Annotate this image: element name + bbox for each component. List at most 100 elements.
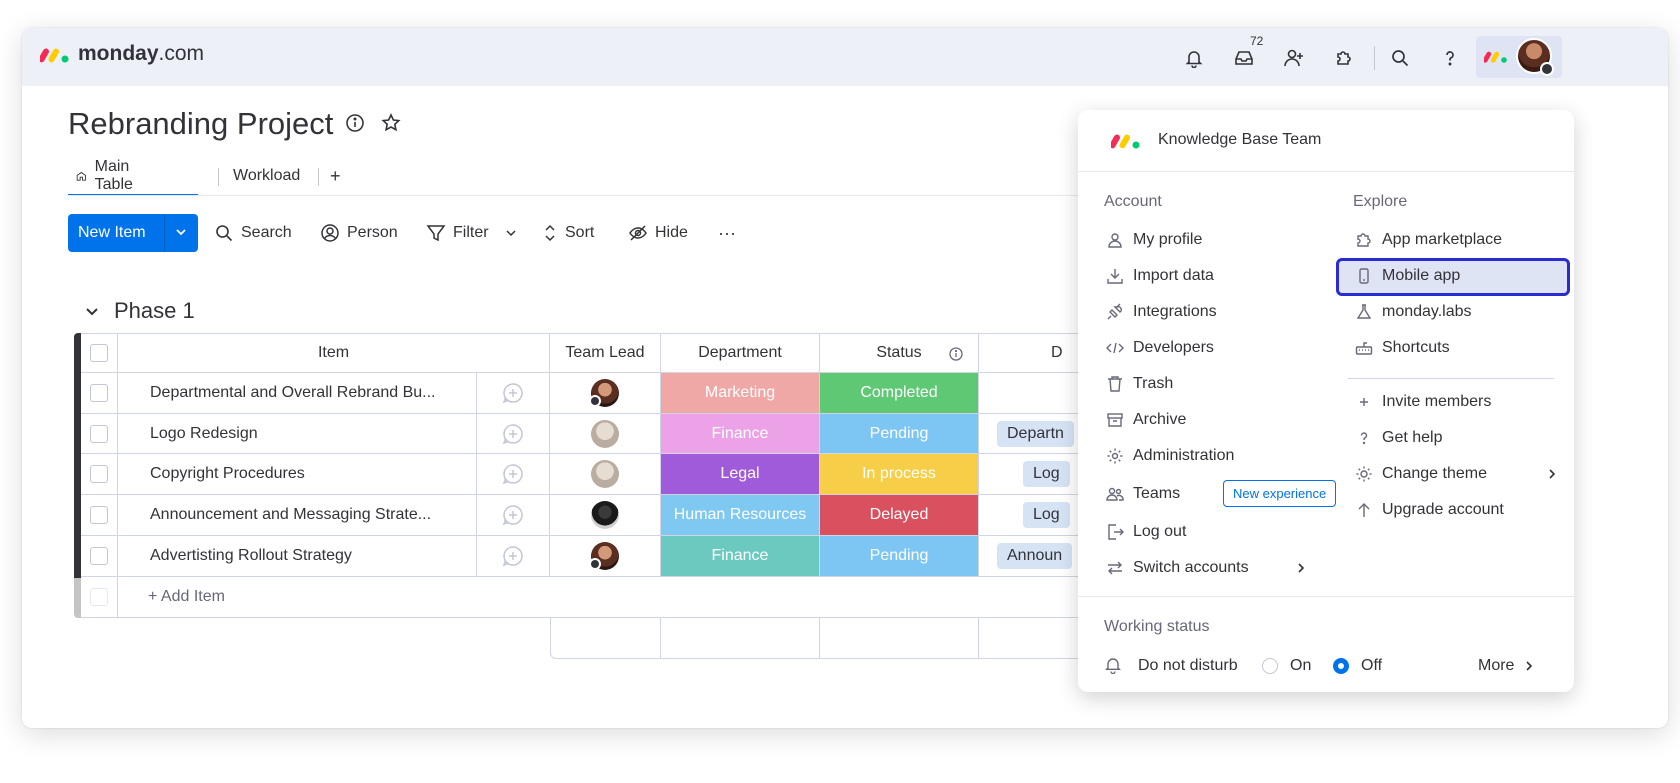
menu-item-log-out[interactable]: Log out (1106, 514, 1306, 550)
header-department[interactable]: Department (661, 333, 820, 373)
more-options-button[interactable]: ··· (718, 214, 736, 252)
add-view-button[interactable]: + (330, 158, 341, 194)
group-title[interactable]: Phase 1 (114, 298, 195, 324)
status-cell[interactable]: Completed (820, 373, 979, 414)
row-checkbox[interactable] (90, 547, 108, 565)
department-cell[interactable]: Finance (661, 414, 820, 454)
team-lead-cell[interactable] (550, 373, 661, 414)
menu-item-change-theme[interactable]: Change theme (1355, 456, 1565, 492)
menu-item-app-marketplace[interactable]: App marketplace (1355, 222, 1565, 258)
add-update-cell[interactable] (477, 454, 550, 495)
chevron-down-icon[interactable] (82, 301, 102, 321)
notifications-bell-icon[interactable] (1176, 40, 1212, 76)
dnd-off-label[interactable]: Off (1361, 657, 1382, 675)
tab-workload[interactable]: Workload (233, 158, 300, 194)
invite-members-icon[interactable] (1276, 40, 1312, 76)
menu-item-teams[interactable]: Teams New experience (1106, 476, 1346, 512)
dnd-off-radio[interactable] (1333, 658, 1349, 674)
group-color-bar (74, 333, 81, 578)
team-lead-cell[interactable] (550, 536, 661, 577)
menu-item-get-help[interactable]: Get help (1355, 420, 1565, 456)
sort-button[interactable]: Sort (542, 214, 594, 252)
item-name-cell[interactable]: Departmental and Overall Rebrand Bu... (118, 373, 477, 414)
dnd-on-label[interactable]: On (1290, 657, 1311, 675)
add-item-button[interactable]: + Add Item (118, 577, 1154, 618)
team-lead-cell[interactable] (550, 414, 661, 454)
menu-item-developers[interactable]: Developers (1106, 330, 1306, 366)
status-cell[interactable]: Delayed (820, 495, 979, 536)
chevron-down-icon[interactable] (503, 225, 519, 241)
select-all-checkbox[interactable] (90, 344, 108, 362)
person-avatar (589, 379, 619, 407)
summary-cell (820, 618, 979, 659)
search-icon[interactable] (1382, 40, 1418, 76)
menu-item-integrations[interactable]: Integrations (1106, 294, 1306, 330)
new-experience-badge[interactable]: New experience (1223, 480, 1337, 507)
menu-item-my-profile[interactable]: My profile (1106, 222, 1306, 258)
apps-puzzle-icon[interactable] (1326, 40, 1362, 76)
item-name-cell[interactable]: Logo Redesign (118, 414, 477, 454)
home-badge-icon (589, 558, 601, 570)
add-update-cell[interactable] (477, 373, 550, 414)
board-info-icon[interactable] (344, 112, 366, 139)
header-team-lead[interactable]: Team Lead (550, 333, 661, 373)
hide-button[interactable]: Hide (628, 214, 688, 252)
group-header[interactable]: Phase 1 (82, 298, 195, 324)
row-checkbox[interactable] (90, 465, 108, 483)
info-icon[interactable] (948, 346, 964, 362)
menu-item-administration[interactable]: Administration (1106, 438, 1306, 474)
menu-item-monday-labs[interactable]: monday.labs (1355, 294, 1565, 330)
add-update-cell[interactable] (477, 414, 550, 454)
chevron-right-icon (1298, 563, 1305, 573)
person-avatar (591, 460, 619, 488)
more-status-button[interactable]: More (1478, 657, 1536, 675)
person-filter-button[interactable]: Person (320, 214, 398, 252)
department-cell[interactable]: Finance (661, 536, 820, 577)
item-name-cell[interactable]: Advertisting Rollout Strategy (118, 536, 477, 577)
menu-item-trash[interactable]: Trash (1106, 366, 1306, 402)
header-status[interactable]: Status (820, 333, 979, 373)
department-cell[interactable]: Marketing (661, 373, 820, 414)
menu-item-mobile-app[interactable]: Mobile app (1355, 258, 1565, 294)
add-update-cell[interactable] (477, 536, 550, 577)
add-update-cell[interactable] (477, 495, 550, 536)
chevron-down-icon[interactable] (172, 223, 190, 241)
inbox-icon[interactable]: 72 (1226, 34, 1266, 76)
row-checkbox[interactable] (90, 424, 108, 443)
menu-item-upgrade-account[interactable]: Upgrade account (1355, 492, 1565, 528)
board-title[interactable]: Rebranding Project (68, 106, 333, 142)
monday-logo[interactable]: monday.com (40, 42, 204, 66)
menu-item-import-data[interactable]: Import data (1106, 258, 1306, 294)
dnd-on-radio[interactable] (1262, 658, 1278, 674)
row-checkbox[interactable] (90, 506, 108, 524)
account-switcher[interactable] (1476, 36, 1562, 78)
menu-item-archive[interactable]: Archive (1106, 402, 1306, 438)
status-cell[interactable]: Pending (820, 414, 979, 454)
help-icon[interactable] (1432, 40, 1468, 76)
arrow-up-icon (1358, 503, 1370, 517)
search-button[interactable]: Search (214, 214, 292, 252)
search-label: Search (241, 224, 292, 241)
item-name-cell[interactable]: Announcement and Messaging Strate... (118, 495, 477, 536)
favorite-star-icon[interactable] (380, 112, 402, 139)
team-lead-cell[interactable] (550, 495, 661, 536)
chevron-right-icon (1526, 661, 1533, 671)
status-cell[interactable]: In process (820, 454, 979, 495)
header-item[interactable]: Item (118, 333, 550, 373)
logo-text: monday.com (78, 42, 205, 65)
department-cell[interactable]: Human Resources (661, 495, 820, 536)
department-cell[interactable]: Legal (661, 454, 820, 495)
menu-item-invite-members[interactable]: Invite members (1355, 384, 1565, 420)
help-icon (1360, 432, 1368, 445)
item-name-cell[interactable]: Copyright Procedures (118, 454, 477, 495)
do-not-disturb-label: Do not disturb (1138, 657, 1238, 674)
status-cell[interactable]: Pending (820, 536, 979, 577)
new-item-button[interactable]: New Item (68, 214, 198, 252)
team-lead-cell[interactable] (550, 454, 661, 495)
menu-item-shortcuts[interactable]: Shortcuts (1355, 330, 1565, 366)
row-checkbox[interactable] (90, 384, 108, 402)
menu-item-switch-accounts[interactable]: Switch accounts (1106, 550, 1306, 586)
filter-button[interactable]: Filter (426, 214, 526, 252)
summary-cell (661, 618, 820, 659)
tab-main-table[interactable]: Main Table (76, 158, 140, 194)
